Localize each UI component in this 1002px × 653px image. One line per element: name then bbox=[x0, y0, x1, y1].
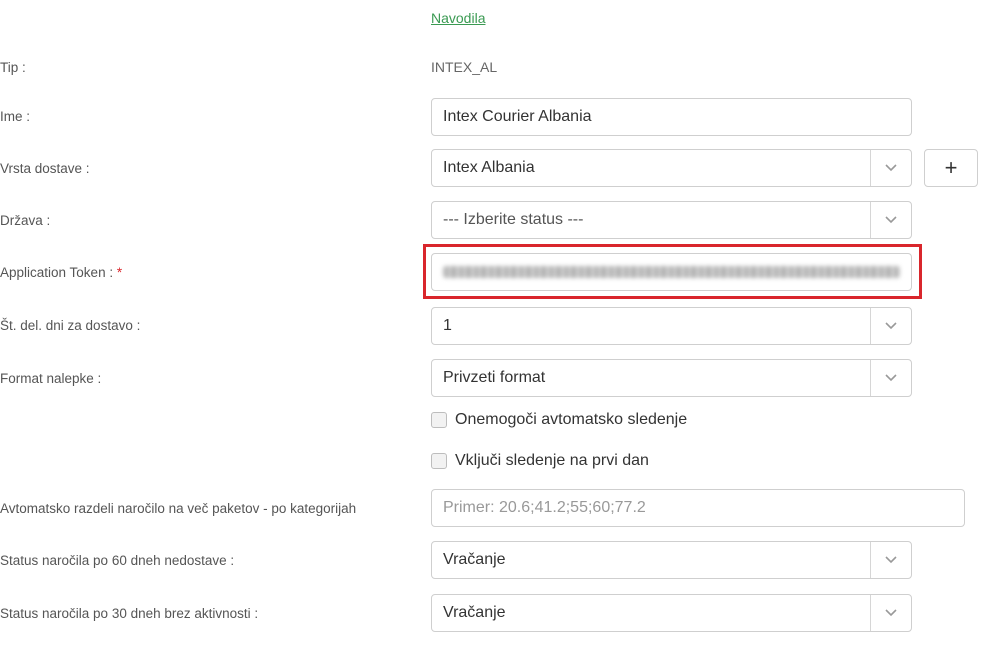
split-order-label: Avtomatsko razdeli naročilo na več paket… bbox=[0, 501, 357, 516]
add-delivery-type-button[interactable]: + bbox=[924, 149, 978, 187]
first-day-tracking-label: Vključi sledenje na prvi dan bbox=[455, 452, 649, 469]
status-30-label: Status naročila po 30 dneh brez aktivnos… bbox=[0, 606, 259, 621]
token-label-text: Application Token : bbox=[0, 265, 114, 280]
name-input-value: Intex Courier Albania bbox=[443, 108, 592, 125]
instructions-link[interactable]: Navodila bbox=[431, 10, 485, 26]
token-blurred-value bbox=[443, 266, 900, 278]
type-label: Tip : bbox=[0, 60, 26, 75]
delivery-days-label: Št. del. dni za dostavo : bbox=[0, 318, 141, 333]
checkbox-box[interactable] bbox=[431, 453, 447, 469]
status-60-label: Status naročila po 60 dneh nedostave : bbox=[0, 553, 235, 568]
first-day-tracking-checkbox[interactable]: Vključi sledenje na prvi dan bbox=[431, 452, 649, 470]
country-value: --- Izberite status --- bbox=[443, 211, 584, 228]
disable-tracking-checkbox[interactable]: Onemogoči avtomatsko sledenje bbox=[431, 411, 687, 429]
status-60-value: Vračanje bbox=[443, 551, 506, 568]
country-select[interactable]: --- Izberite status --- bbox=[431, 201, 912, 239]
split-order-field[interactable] bbox=[431, 489, 965, 527]
label-format-label: Format nalepke : bbox=[0, 371, 102, 386]
delivery-type-select[interactable]: Intex Albania bbox=[431, 149, 912, 187]
chevron-down-icon bbox=[870, 202, 911, 238]
instructions-link-row: Navodila bbox=[431, 10, 485, 26]
chevron-down-icon bbox=[870, 542, 911, 578]
token-input[interactable] bbox=[431, 253, 912, 291]
chevron-down-icon bbox=[870, 360, 911, 396]
name-input[interactable]: Intex Courier Albania bbox=[431, 98, 912, 136]
status-30-value: Vračanje bbox=[443, 604, 506, 621]
label-format-select[interactable]: Privzeti format bbox=[431, 359, 912, 397]
chevron-down-icon bbox=[870, 595, 911, 631]
status-60-select[interactable]: Vračanje bbox=[431, 541, 912, 579]
delivery-type-label: Vrsta dostave : bbox=[0, 161, 90, 176]
type-value: INTEX_AL bbox=[431, 59, 498, 75]
delivery-type-value: Intex Albania bbox=[443, 159, 535, 176]
label-format-value: Privzeti format bbox=[443, 369, 546, 386]
status-30-select[interactable]: Vračanje bbox=[431, 594, 912, 632]
disable-tracking-label: Onemogoči avtomatsko sledenje bbox=[455, 411, 688, 428]
required-marker: * bbox=[116, 265, 123, 280]
chevron-down-icon bbox=[870, 308, 911, 344]
country-label: Država : bbox=[0, 213, 51, 228]
chevron-down-icon bbox=[870, 150, 911, 186]
delivery-days-select[interactable]: 1 bbox=[431, 307, 912, 345]
checkbox-box[interactable] bbox=[431, 412, 447, 428]
split-order-input[interactable] bbox=[443, 499, 953, 517]
name-label: Ime : bbox=[0, 109, 31, 124]
token-label: Application Token : * bbox=[0, 265, 122, 280]
delivery-days-value: 1 bbox=[443, 317, 452, 334]
